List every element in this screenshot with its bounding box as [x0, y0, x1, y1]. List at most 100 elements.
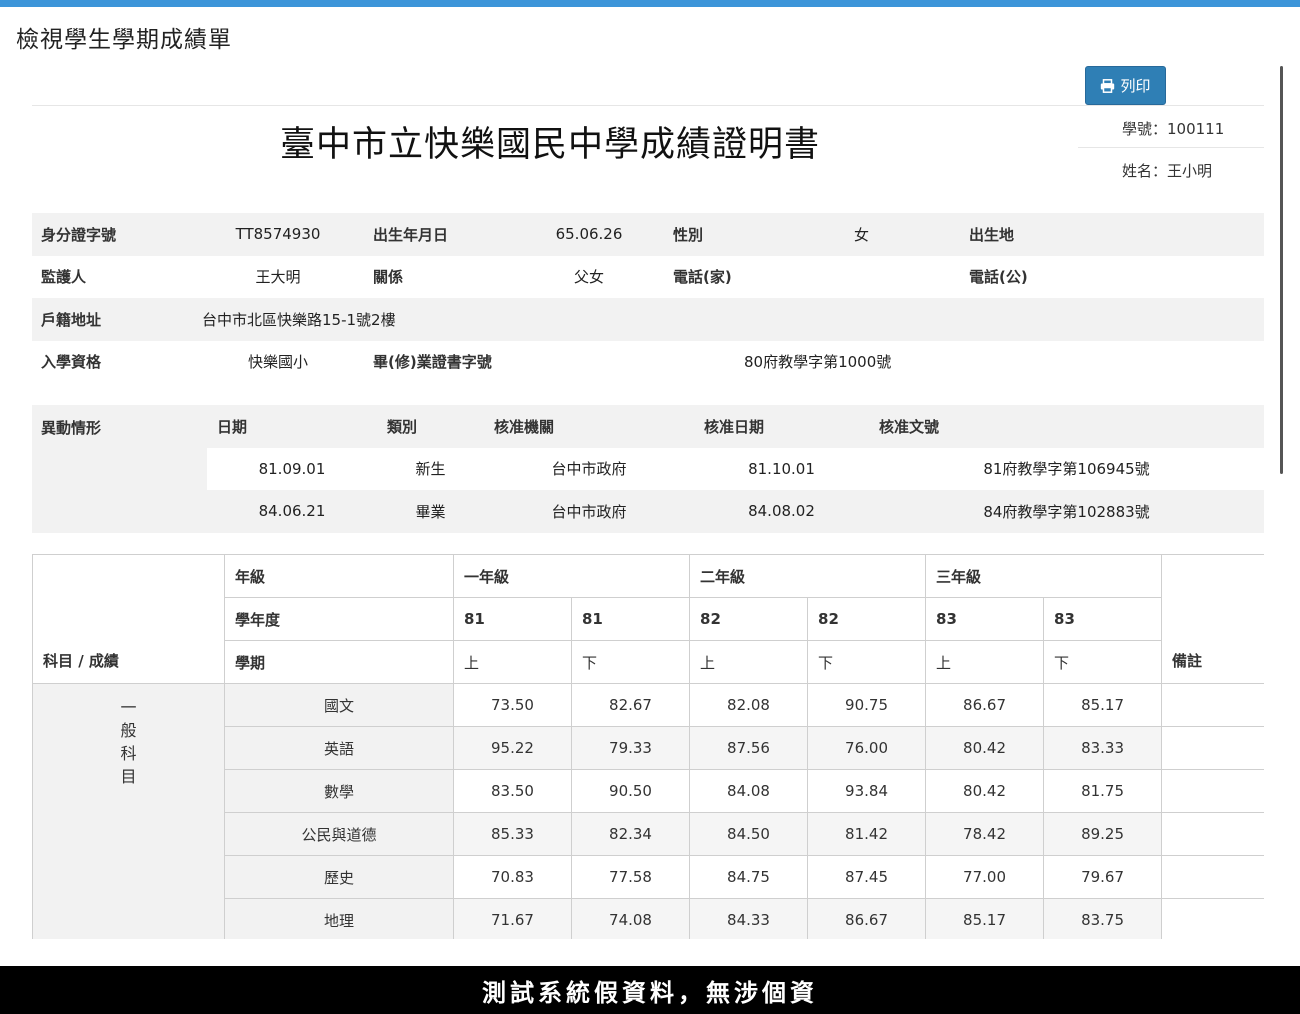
score-cell: 89.25 — [1043, 812, 1163, 856]
id-value: TT8574930 — [192, 213, 364, 256]
note-cell — [1161, 812, 1264, 856]
info-row: 監護人 王大明 關係 父女 電話(家) 電話(公) — [32, 256, 1264, 299]
change-header: 類別 — [377, 405, 484, 448]
score-cell: 80.42 — [925, 769, 1045, 813]
score-cell: 78.42 — [925, 812, 1045, 856]
score-cell: 79.33 — [570, 726, 691, 770]
student-id: 學號：100111 — [1122, 120, 1225, 138]
meta-divider — [1078, 147, 1264, 148]
change-header: 日期 — [207, 405, 377, 448]
score-cell: 87.45 — [807, 855, 927, 899]
enrollment-change-table: 異動情形 日期 類別 核准機關 核准日期 核准文號 81.09.01 新生 台中… — [32, 405, 1264, 533]
relation-label: 關係 — [373, 268, 404, 287]
info-row: 戶籍地址 台中市北區快樂路15-1號2樓 — [32, 298, 1264, 341]
score-cell: 82.67 — [570, 683, 691, 727]
subject-name: 數學 — [224, 769, 454, 813]
score-cell: 84.33 — [689, 898, 809, 939]
score-cell: 71.67 — [453, 898, 572, 939]
semester-cell: 下 — [1043, 640, 1163, 684]
relation-value: 父女 — [573, 268, 604, 287]
change-header: 核准日期 — [694, 405, 869, 448]
change-cell: 84府教學字第102883號 — [869, 490, 1264, 533]
change-row: 81.09.01 新生 台中市政府 81.10.01 81府教學字第106945… — [32, 447, 1264, 490]
home-phone-label: 電話(家) — [673, 268, 732, 287]
top-accent-bar — [0, 0, 1300, 7]
score-cell: 85.33 — [453, 812, 572, 856]
year-cell: 83 — [1043, 597, 1163, 641]
guardian-value: 王大明 — [255, 268, 301, 287]
guardian-label: 監護人 — [41, 268, 87, 287]
semester-cell: 下 — [570, 640, 691, 684]
student-name: 姓名：王小明 — [1122, 162, 1213, 180]
score-cell: 95.22 — [453, 726, 572, 770]
printer-icon — [1100, 78, 1115, 93]
year-cell: 82 — [807, 597, 927, 641]
score-cell: 82.34 — [570, 812, 691, 856]
subject-name: 地理 — [224, 898, 454, 939]
score-cell: 83.50 — [453, 769, 572, 813]
note-cell — [1161, 769, 1264, 813]
score-cell: 77.00 — [925, 855, 1045, 899]
entry-label: 入學資格 — [41, 353, 102, 372]
birth-value: 65.06.26 — [514, 213, 664, 256]
change-cell: 台中市政府 — [484, 490, 694, 533]
change-header-row: 異動情形 日期 類別 核准機關 核准日期 核准文號 — [32, 405, 1264, 533]
score-cell: 82.08 — [689, 683, 809, 727]
semester-cell: 上 — [453, 640, 572, 684]
address-label: 戶籍地址 — [32, 298, 192, 341]
score-cell: 90.50 — [570, 769, 691, 813]
office-phone-label: 電話(公) — [969, 268, 1028, 287]
score-cell: 79.67 — [1043, 855, 1163, 899]
year-cell: 81 — [570, 597, 691, 641]
score-cell: 74.08 — [570, 898, 691, 939]
change-cell: 台中市政府 — [484, 447, 694, 490]
change-cell: 81府教學字第106945號 — [869, 447, 1264, 490]
semester-cell: 上 — [925, 640, 1045, 684]
subject-score-header: 科目 / 成績 — [32, 554, 225, 684]
note-cell — [1161, 898, 1264, 939]
student-info-table: 身分證字號 TT8574930 出生年月日 65.06.26 性別 女 出生地 … — [32, 213, 1264, 383]
grade-table: 科目 / 成績 年級 一年級 二年級 三年級 備註 學年度 81 81 82 8… — [32, 554, 1264, 939]
score-cell: 77.58 — [570, 855, 691, 899]
subject-row: 一 般 科 目國文 73.50 82.67 82.08 90.75 86.67 85.17 — [32, 683, 1264, 939]
print-button-label: 列印 — [1120, 78, 1151, 95]
score-cell: 81.75 — [1043, 769, 1163, 813]
score-cell: 80.42 — [925, 726, 1045, 770]
score-cell: 87.56 — [689, 726, 809, 770]
subject-category-label: 一 般 科 目 — [120, 698, 137, 786]
score-cell: 85.17 — [1043, 683, 1163, 727]
semester-cell: 上 — [689, 640, 809, 684]
disclaimer-banner: 測試系統假資料，無涉個資 — [0, 966, 1300, 1014]
gender-label: 性別 — [664, 213, 854, 256]
page-title: 檢視學生學期成績單 — [16, 27, 232, 53]
change-cell: 新生 — [377, 447, 484, 490]
grade-table-container: 科目 / 成績 年級 一年級 二年級 三年級 備註 學年度 81 81 82 8… — [32, 554, 1264, 939]
print-button[interactable]: 列印 — [1085, 66, 1166, 105]
subject-name: 英語 — [224, 726, 454, 770]
address-value: 台中市北區快樂路15-1號2樓 — [192, 298, 1264, 341]
certificate-title: 臺中市立快樂國民中學成績證明書 — [280, 125, 821, 165]
score-cell: 83.75 — [1043, 898, 1163, 939]
score-cell: 85.17 — [925, 898, 1045, 939]
note-cell — [1161, 683, 1264, 727]
change-header: 核准機關 — [484, 405, 694, 448]
year-cell: 81 — [453, 597, 572, 641]
semester-cell: 下 — [807, 640, 927, 684]
birthplace-label: 出生地 — [960, 213, 1264, 256]
score-cell: 83.33 — [1043, 726, 1163, 770]
note-cell — [1161, 726, 1264, 770]
semester-label: 學期 — [224, 640, 454, 684]
home-phone-value — [854, 256, 960, 299]
note-cell — [1161, 855, 1264, 899]
subject-name: 國文 — [224, 683, 454, 727]
header-divider — [32, 105, 1264, 106]
grade-label: 年級 — [224, 554, 454, 598]
subject-category: 一 般 科 目 — [32, 683, 225, 939]
note-header: 備註 — [1161, 554, 1264, 684]
info-row: 入學資格 快樂國小 畢(修)業證書字號 80府教學字第1000號 — [32, 341, 1264, 384]
change-cell: 81.09.01 — [207, 447, 377, 490]
score-cell: 84.50 — [689, 812, 809, 856]
grade-cell: 一年級 — [452, 554, 691, 598]
vertical-scrollbar[interactable] — [1280, 66, 1283, 474]
score-cell: 73.50 — [453, 683, 572, 727]
